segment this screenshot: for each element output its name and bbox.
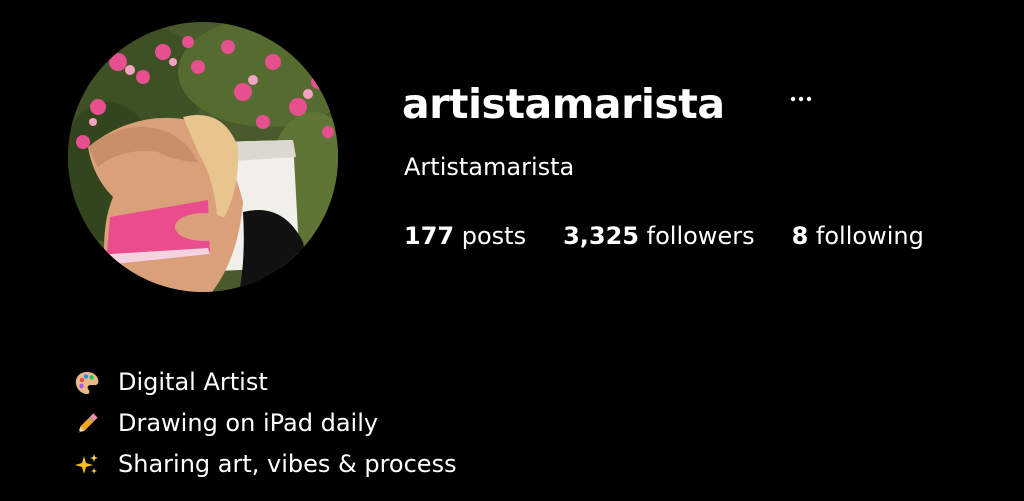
sparkles-icon	[72, 450, 102, 480]
bio-line: Drawing on iPad daily	[72, 403, 457, 444]
followers-number: 3,325	[563, 222, 640, 250]
bio-line: Sharing art, vibes & process	[72, 444, 457, 485]
profile-avatar[interactable]	[68, 22, 338, 292]
profile-stats: 177 posts 3,325 followers 8 following	[404, 218, 924, 254]
posts-number: 177	[404, 222, 455, 250]
followers-count[interactable]: 3,325 followers	[563, 218, 754, 254]
followers-label: followers	[646, 222, 755, 250]
bio-text: Drawing on iPad daily	[118, 409, 379, 437]
bio-text: Sharing art, vibes & process	[118, 450, 457, 478]
posts-label: posts	[461, 222, 527, 250]
bio-line: Digital Artist	[72, 362, 457, 403]
posts-count[interactable]: 177 posts	[404, 218, 526, 254]
profile-display-name: Artistamarista	[404, 153, 575, 181]
bio-text: Digital Artist	[118, 368, 268, 396]
following-count[interactable]: 8 following	[792, 218, 924, 254]
pencil-icon	[72, 409, 102, 439]
following-label: following	[815, 222, 924, 250]
palette-icon	[72, 368, 102, 398]
profile-bio: Digital Artist Drawing on iPad daily Sha…	[72, 362, 457, 485]
more-options-button[interactable]	[784, 84, 818, 114]
following-number: 8	[791, 222, 809, 250]
profile-username: artistamarista	[402, 80, 725, 128]
avatar-photo	[68, 22, 338, 292]
ellipsis-icon	[790, 96, 812, 102]
